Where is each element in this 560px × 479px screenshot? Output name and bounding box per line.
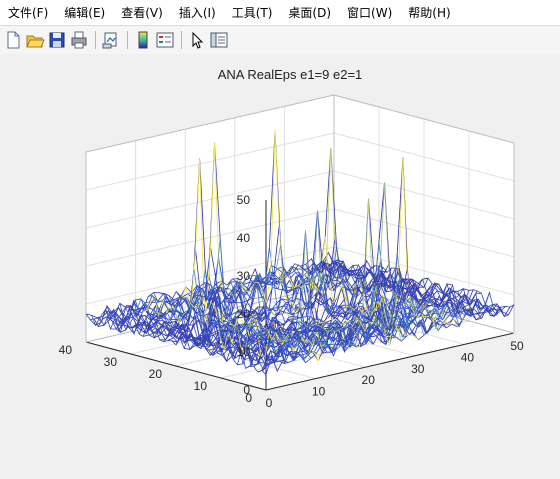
menu-desktop[interactable]: 桌面(D): [280, 4, 339, 21]
colorbar-icon[interactable]: [133, 30, 153, 50]
menu-edit[interactable]: 编辑(E): [56, 4, 113, 21]
toolbar-separator: [181, 31, 182, 49]
property-inspector-icon[interactable]: [209, 30, 229, 50]
z-tick-label: 50: [237, 193, 251, 207]
y-tick-label: 30: [104, 355, 118, 369]
pointer-icon[interactable]: [187, 30, 207, 50]
mesh-plot[interactable]: ANA RealEps e1=9 e2=1 0 10 20 30 40 50 0 10 20 30…: [0, 54, 560, 475]
x-tick-label: 40: [461, 350, 475, 364]
x-tick-label: 10: [312, 385, 326, 399]
menu-file[interactable]: 文件(F): [0, 4, 56, 21]
x-tick-label: 0: [266, 396, 273, 410]
z-tick-label: 10: [237, 345, 251, 359]
z-tick-label: 40: [237, 231, 251, 245]
toolbar-separator: [95, 31, 96, 49]
x-tick-label: 50: [510, 339, 524, 353]
figure-area: ANA RealEps e1=9 e2=1 0 10 20 30 40 50 0 10 20 30…: [0, 54, 560, 475]
new-figure-icon[interactable]: [3, 30, 23, 50]
legend-icon[interactable]: [155, 30, 175, 50]
menu-tools[interactable]: 工具(T): [224, 4, 281, 21]
toolbar-separator: [127, 31, 128, 49]
save-icon[interactable]: [47, 30, 67, 50]
menu-window[interactable]: 窗口(W): [339, 4, 400, 21]
y-tick-label: 40: [59, 343, 73, 357]
figure-toolbar: [0, 25, 560, 55]
axes: [85, 94, 515, 391]
menu-bar: 文件(F) 编辑(E) 查看(V) 插入(I) 工具(T) 桌面(D) 窗口(W…: [0, 0, 560, 25]
z-tick-label: 20: [237, 307, 251, 321]
menu-insert[interactable]: 插入(I): [171, 4, 224, 21]
print-icon[interactable]: [69, 30, 89, 50]
y-tick-label: 20: [149, 367, 163, 381]
menu-view[interactable]: 查看(V): [113, 4, 171, 21]
z-tick-label: 0: [243, 383, 250, 397]
x-tick-label: 30: [411, 362, 425, 376]
open-file-icon[interactable]: [25, 30, 45, 50]
x-tick-label: 20: [362, 373, 376, 387]
link-plot-icon[interactable]: [101, 30, 121, 50]
plot-title: ANA RealEps e1=9 e2=1: [218, 67, 363, 82]
y-tick-label: 10: [194, 379, 208, 393]
z-tick-label: 30: [237, 269, 251, 283]
menu-help[interactable]: 帮助(H): [400, 4, 458, 21]
